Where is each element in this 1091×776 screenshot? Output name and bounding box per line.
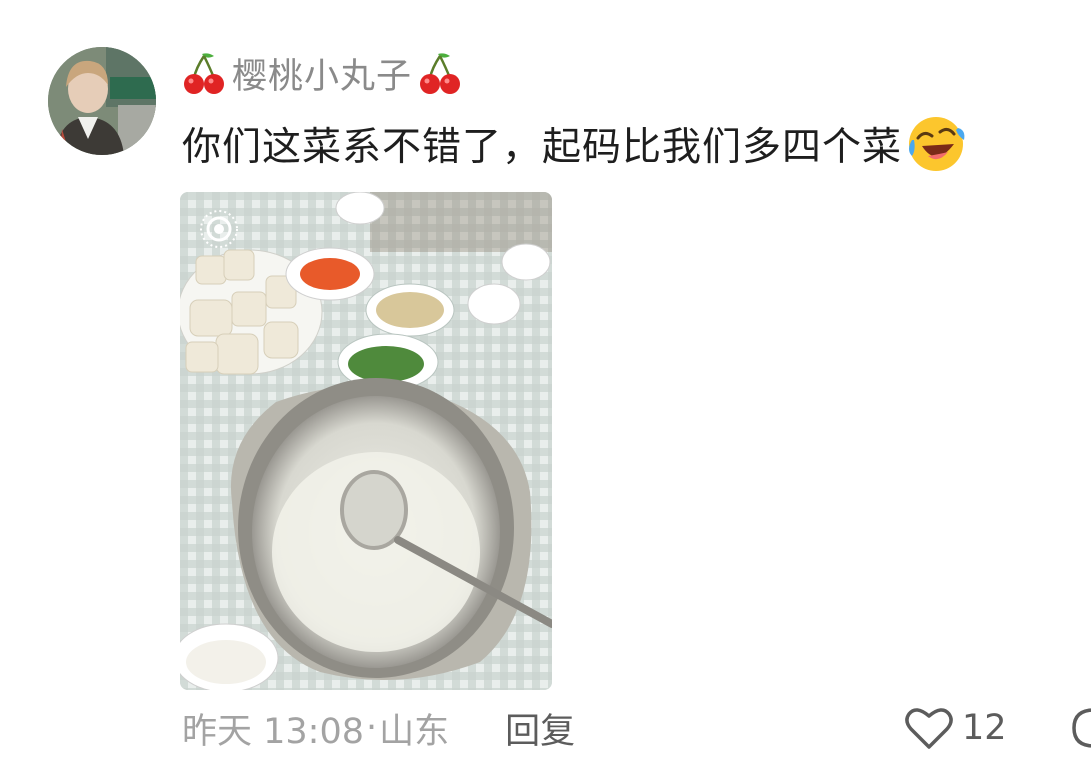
reply-button[interactable]: 回复: [505, 703, 575, 754]
cherry-icon: [184, 53, 224, 94]
comment-meta: 昨天 13:08 · 山东 回复: [182, 700, 575, 756]
meta-separator: ·: [366, 708, 378, 748]
comment-text-row: 你们这菜系不错了，起码比我们多四个菜: [182, 114, 966, 174]
live-photo-icon: [200, 210, 238, 248]
like-button[interactable]: 12: [904, 700, 1007, 756]
heart-icon[interactable]: [904, 705, 954, 751]
username-row[interactable]: 樱桃小丸子: [182, 46, 462, 100]
avatar[interactable]: [48, 47, 156, 155]
like-count: 12: [962, 708, 1007, 748]
comment-time: 昨天 13:08: [182, 711, 364, 752]
rolling-laughing-emoji: [909, 117, 965, 171]
comment-bubble-icon[interactable]: [1070, 706, 1091, 750]
comment-text: 你们这菜系不错了，起码比我们多四个菜: [182, 125, 903, 170]
cherry-icon: [420, 53, 461, 94]
comment-item: 樱桃小丸子 你们这菜系不错了，起码比我们多四个菜 昨天 13:08 · 山东 回…: [0, 0, 1091, 776]
username[interactable]: 樱桃小丸子: [232, 48, 412, 99]
comment-location: 山东: [379, 711, 450, 752]
attached-photo[interactable]: [180, 192, 552, 690]
